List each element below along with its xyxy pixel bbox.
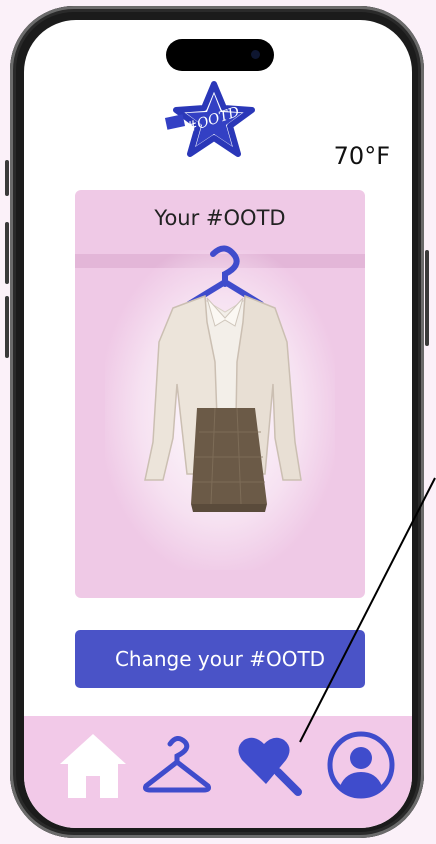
change-outfit-button[interactable]: Change your #OOTD (75, 630, 365, 688)
bottom-nav (24, 716, 412, 828)
outfit-card-title: Your #OOTD (154, 206, 286, 230)
temperature-label: 70°F (333, 142, 390, 170)
phone-volume-up (5, 222, 9, 284)
dynamic-island (166, 39, 274, 71)
phone-action-button (5, 160, 9, 196)
hanger-icon (186, 245, 264, 307)
home-icon[interactable] (56, 730, 130, 800)
ootd-star-logo[interactable]: #OOTD (164, 80, 256, 162)
phone-volume-down (5, 296, 9, 358)
phone-power-button (425, 250, 429, 346)
hanger-icon[interactable] (140, 730, 214, 800)
profile-icon[interactable] (324, 730, 398, 800)
outfit-image (144, 245, 302, 512)
heart-search-icon[interactable] (234, 730, 308, 800)
screen: #OOTD 70°F Your #OOTD Change your #OOTD (24, 20, 412, 828)
outfit-card[interactable]: Your #OOTD (75, 190, 365, 598)
